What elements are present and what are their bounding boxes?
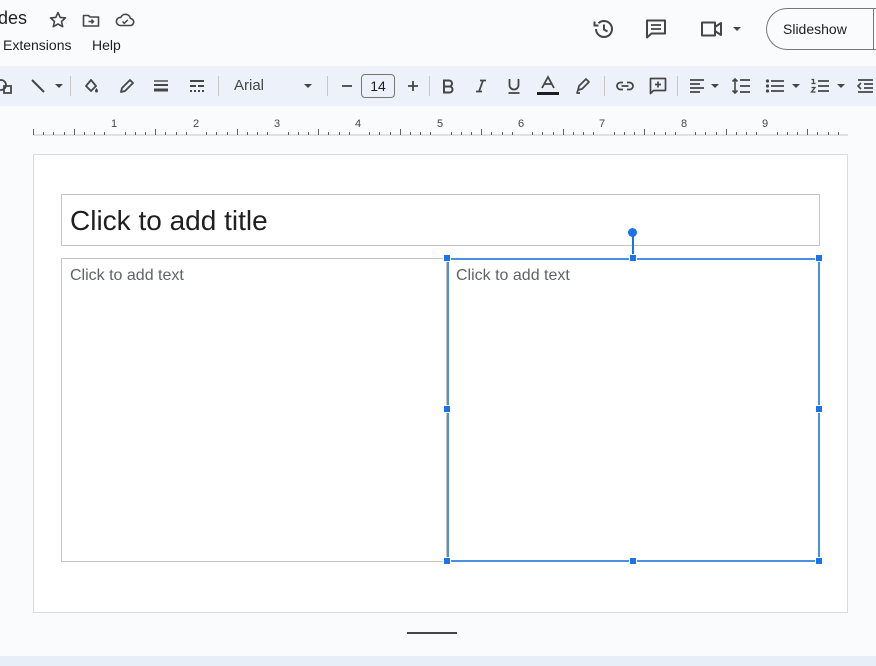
ruler-mark: 5 (436, 118, 444, 130)
decrease-indent-icon[interactable] (854, 66, 876, 106)
resize-handle-top-left[interactable] (443, 254, 451, 262)
move-to-folder-icon[interactable] (81, 10, 101, 30)
border-color-icon[interactable] (115, 66, 139, 106)
increase-font-size-icon[interactable] (402, 66, 424, 106)
comments-icon[interactable] (643, 16, 669, 42)
border-dash-icon[interactable] (185, 66, 209, 106)
left-placeholder-text: Click to add text (70, 267, 184, 284)
fill-color-icon[interactable] (79, 66, 103, 106)
toolbar-divider (218, 76, 219, 96)
resize-handle-right[interactable] (815, 405, 823, 413)
bulleted-list-icon[interactable] (763, 66, 787, 106)
ruler-mark: 3 (273, 118, 281, 130)
toolbar-divider (677, 76, 678, 96)
ruler-mark: 1 (110, 118, 118, 130)
resize-handle-top-right[interactable] (815, 254, 823, 262)
insert-link-icon[interactable] (613, 66, 637, 106)
toolbar-divider (70, 76, 71, 96)
bold-icon[interactable] (437, 66, 459, 106)
right-text-placeholder-selected[interactable]: Click to add text (447, 258, 820, 562)
ruler-mark: 9 (761, 118, 769, 130)
toolbar-divider (429, 76, 430, 96)
line-spacing-icon[interactable] (729, 66, 753, 106)
border-weight-icon[interactable] (149, 66, 173, 106)
align-chevron-icon[interactable] (708, 66, 722, 106)
title-placeholder-text: Click to add title (70, 205, 268, 236)
numbered-list-icon[interactable] (808, 66, 832, 106)
speaker-notes-area[interactable] (0, 656, 876, 666)
horizontal-ruler: 1 2 3 4 5 6 7 8 9 (0, 106, 876, 136)
slideshow-button[interactable]: Slideshow (766, 8, 876, 50)
slideshow-divider (873, 8, 874, 50)
toolbar: Arial 14 (0, 66, 876, 106)
toolbar-divider (604, 76, 605, 96)
font-family-select[interactable]: Arial (234, 66, 264, 106)
resize-handle-left[interactable] (443, 405, 451, 413)
speaker-notes-drag-handle[interactable] (407, 632, 457, 634)
toolbar-divider (327, 76, 328, 96)
meet-call-icon[interactable] (699, 16, 745, 42)
cloud-status-icon[interactable] (114, 10, 135, 30)
numbered-list-chevron-icon[interactable] (834, 66, 848, 106)
menu-help[interactable]: Help (92, 37, 121, 53)
ruler-mark: 6 (517, 118, 525, 130)
shape-icon[interactable] (0, 66, 16, 106)
rotate-handle[interactable] (628, 228, 637, 237)
resize-handle-top[interactable] (629, 254, 637, 262)
text-color-icon[interactable] (536, 66, 560, 106)
italic-icon[interactable] (470, 66, 492, 106)
bulleted-list-chevron-icon[interactable] (789, 66, 803, 106)
ruler-mark: 7 (598, 118, 606, 130)
highlight-color-icon[interactable] (573, 66, 595, 106)
underline-icon[interactable] (503, 66, 525, 106)
line-icon[interactable] (26, 66, 50, 106)
title-placeholder[interactable]: Click to add title (61, 194, 820, 246)
resize-handle-bottom-right[interactable] (815, 557, 823, 565)
document-title[interactable]: des (0, 8, 27, 29)
align-left-icon[interactable] (685, 66, 709, 106)
version-history-icon[interactable] (591, 16, 617, 42)
decrease-font-size-icon[interactable] (336, 66, 358, 106)
resize-handle-bottom-left[interactable] (443, 557, 451, 565)
star-icon[interactable] (48, 10, 68, 30)
font-size-input[interactable]: 14 (361, 74, 395, 98)
ruler-mark: 8 (680, 118, 688, 130)
left-text-placeholder[interactable]: Click to add text (61, 258, 447, 562)
right-placeholder-text: Click to add text (456, 267, 570, 284)
ruler-mark: 4 (354, 118, 362, 130)
resize-handle-bottom[interactable] (629, 557, 637, 565)
add-comment-icon[interactable] (646, 66, 670, 106)
menu-extensions[interactable]: Extensions (3, 37, 71, 53)
ruler-mark: 2 (192, 118, 200, 130)
line-menu-chevron-icon[interactable] (52, 66, 66, 106)
font-family-chevron-icon[interactable] (300, 66, 316, 106)
